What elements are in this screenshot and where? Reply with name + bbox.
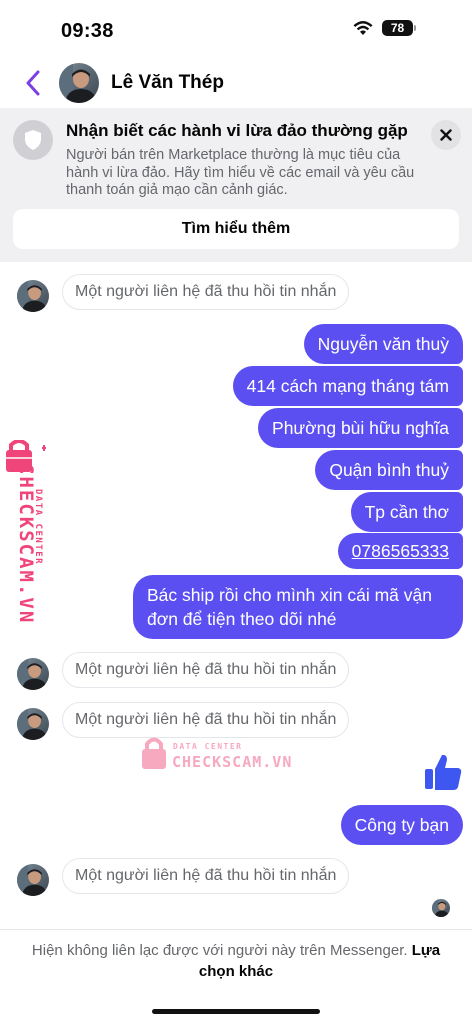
thumbs-up-icon[interactable]: [423, 752, 463, 792]
close-button[interactable]: [431, 120, 461, 150]
shield-icon: [13, 120, 53, 160]
watermark-horizontal: DATA CENTER CHECKSCAM.VN: [140, 733, 300, 773]
sent-message[interactable]: Quận bình thuỷ: [315, 450, 463, 490]
scam-warning-card: Nhận biết các hành vi lừa đảo thường gặp…: [0, 108, 472, 262]
warning-body: Người bán trên Marketplace thường là mục…: [66, 147, 415, 198]
footer-notice: Hiện không liên lạc được với người này t…: [20, 940, 452, 982]
unsent-message: Một người liên hệ đã thu hồi tin nhắn: [62, 274, 350, 310]
footer-divider: [0, 929, 472, 930]
sent-message[interactable]: Nguyễn văn thuỳ: [303, 324, 463, 364]
footer-text: Hiện không liên lạc được với người này t…: [31, 942, 408, 959]
warning-title: Nhận biết các hành vi lừa đảo thường gặp: [66, 121, 408, 140]
battery-icon: 78: [382, 20, 416, 36]
sent-message-phone[interactable]: 0786565333: [337, 533, 463, 569]
sent-message[interactable]: Bác ship rồi cho mình xin cái mã vận đơn…: [133, 575, 463, 639]
status-bar: 09:38 78: [0, 0, 472, 56]
home-indicator: [152, 1009, 320, 1014]
status-time: 09:38: [61, 20, 114, 42]
watermark-brand: CHECKSCAM.VN: [172, 753, 293, 771]
sent-message[interactable]: Phường bùi hữu nghĩa: [258, 408, 463, 448]
watermark-tagline: DATA CENTER: [173, 742, 243, 751]
contact-name[interactable]: Lê Văn Thép: [111, 72, 224, 94]
read-receipt-avatar: [432, 899, 450, 917]
chevron-left-icon: [26, 70, 40, 96]
battery-level: 78: [382, 20, 413, 36]
sender-avatar[interactable]: [17, 280, 49, 312]
watermark-tagline: DATA CENTER: [33, 489, 43, 566]
sent-message[interactable]: 414 cách mạng tháng tám: [232, 366, 463, 406]
learn-more-button[interactable]: Tìm hiểu thêm: [13, 209, 459, 249]
unsent-message: Một người liên hệ đã thu hồi tin nhắn: [62, 858, 350, 894]
close-icon: [440, 129, 452, 141]
unsent-message: Một người liên hệ đã thu hồi tin nhắn: [62, 652, 350, 688]
chat-header: Lê Văn Thép: [0, 58, 472, 108]
wifi-icon: [353, 21, 373, 35]
sender-avatar[interactable]: [17, 864, 49, 896]
contact-avatar[interactable]: [59, 63, 99, 103]
status-icons: 78: [352, 20, 416, 36]
phone-link[interactable]: 0786565333: [352, 541, 449, 561]
sender-avatar[interactable]: [17, 708, 49, 740]
sent-message[interactable]: Tp cần thơ: [350, 492, 463, 532]
sender-avatar[interactable]: [17, 658, 49, 690]
back-button[interactable]: [20, 68, 46, 98]
sent-message[interactable]: Công ty bạn: [340, 805, 463, 845]
